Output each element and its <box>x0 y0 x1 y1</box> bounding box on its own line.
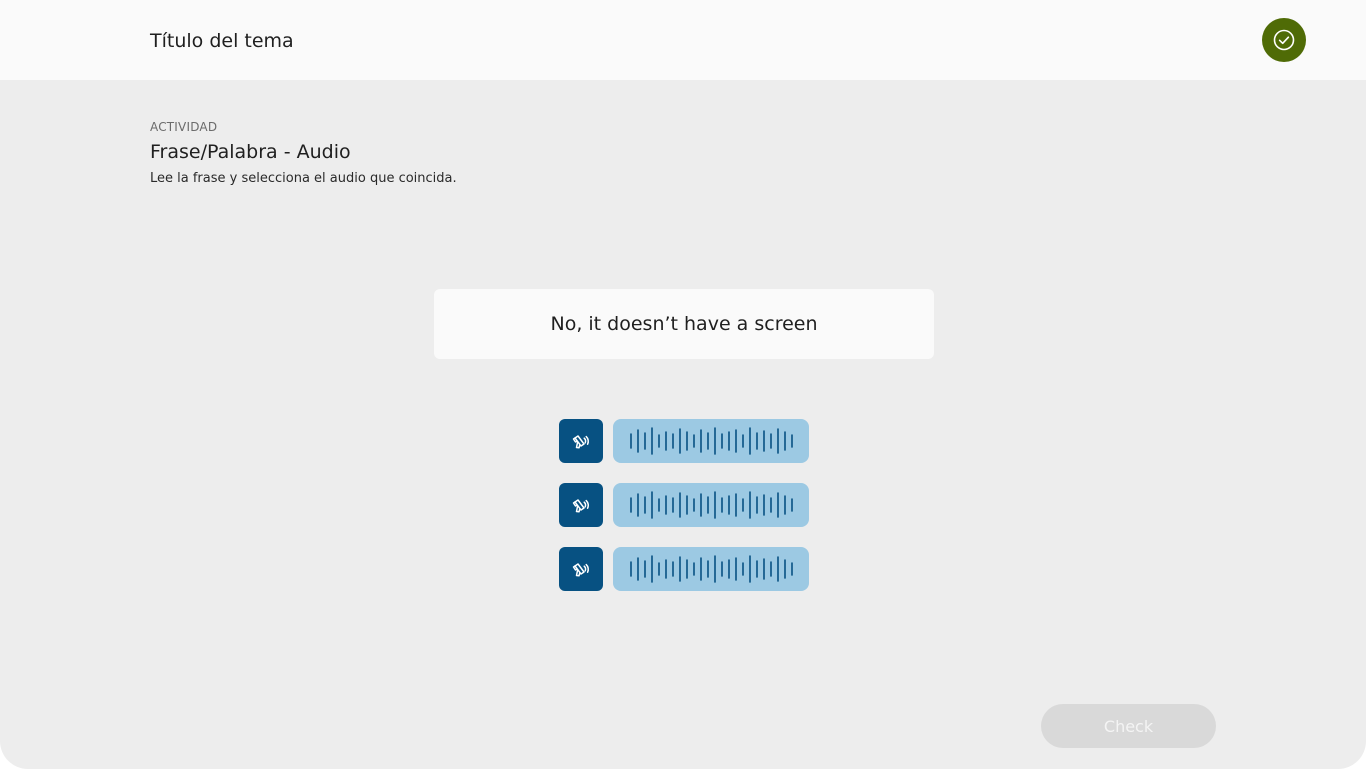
complete-button[interactable] <box>1262 18 1306 62</box>
activity-title: Frase/Palabra - Audio <box>150 141 351 163</box>
audio-option-1 <box>559 419 809 463</box>
waveform-icon <box>630 491 793 519</box>
check-button[interactable]: Check <box>1041 704 1216 748</box>
activity-instructions: Lee la frase y selecciona el audio que c… <box>150 171 457 186</box>
audio-option-2 <box>559 483 809 527</box>
phrase-text: No, it doesn’t have a screen <box>550 313 818 335</box>
audio-waveform[interactable] <box>613 547 809 591</box>
audio-waveform[interactable] <box>613 483 809 527</box>
audio-options-list <box>559 419 809 611</box>
play-audio-button[interactable] <box>559 547 603 591</box>
speaker-icon <box>572 499 589 513</box>
waveform-icon <box>630 555 793 583</box>
check-circle-icon <box>1273 29 1295 51</box>
activity-screen: Título del tema ACTIVIDAD Frase/Palabra … <box>0 0 1366 769</box>
speaker-icon <box>572 435 589 449</box>
topic-title: Título del tema <box>150 30 294 52</box>
play-audio-button[interactable] <box>559 483 603 527</box>
audio-option-3 <box>559 547 809 591</box>
phrase-card: No, it doesn’t have a screen <box>434 289 934 359</box>
waveform-icon <box>630 427 793 455</box>
top-bar: Título del tema <box>0 0 1366 80</box>
audio-waveform[interactable] <box>613 419 809 463</box>
speaker-icon <box>572 563 589 577</box>
play-audio-button[interactable] <box>559 419 603 463</box>
activity-kicker: ACTIVIDAD <box>150 120 218 134</box>
